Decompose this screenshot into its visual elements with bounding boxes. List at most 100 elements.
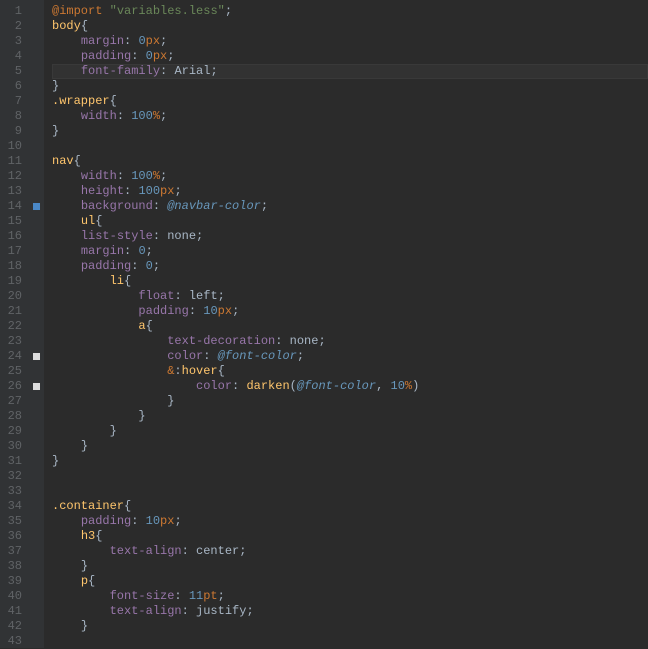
line-marker bbox=[32, 124, 44, 139]
code-line[interactable]: text-align: center; bbox=[52, 544, 648, 559]
code-line[interactable]: h3{ bbox=[52, 529, 648, 544]
line-marker bbox=[32, 334, 44, 349]
line-number: 41 bbox=[4, 604, 22, 619]
line-number: 16 bbox=[4, 229, 22, 244]
code-line[interactable]: width: 100%; bbox=[52, 109, 648, 124]
line-marker bbox=[32, 79, 44, 94]
line-marker bbox=[32, 394, 44, 409]
line-marker bbox=[32, 514, 44, 529]
line-number: 7 bbox=[4, 94, 22, 109]
line-number: 4 bbox=[4, 49, 22, 64]
code-line[interactable]: text-decoration: none; bbox=[52, 334, 648, 349]
line-number: 25 bbox=[4, 364, 22, 379]
code-line[interactable]: @import "variables.less"; bbox=[52, 4, 648, 19]
code-line[interactable]: padding: 0; bbox=[52, 259, 648, 274]
line-number: 27 bbox=[4, 394, 22, 409]
line-marker bbox=[32, 154, 44, 169]
code-line[interactable]: } bbox=[52, 559, 648, 574]
code-line[interactable]: } bbox=[52, 409, 648, 424]
line-marker bbox=[32, 34, 44, 49]
code-line[interactable]: p{ bbox=[52, 574, 648, 589]
code-line[interactable]: body{ bbox=[52, 19, 648, 34]
line-marker bbox=[32, 4, 44, 19]
code-line[interactable] bbox=[52, 634, 648, 649]
code-line[interactable]: } bbox=[52, 394, 648, 409]
line-marker bbox=[32, 559, 44, 574]
code-line[interactable]: } bbox=[52, 619, 648, 634]
line-marker bbox=[32, 64, 44, 79]
line-number: 38 bbox=[4, 559, 22, 574]
code-line[interactable]: text-align: justify; bbox=[52, 604, 648, 619]
marker-gutter bbox=[32, 0, 44, 648]
line-number-gutter: 1234567891011121314151617181920212223242… bbox=[0, 0, 32, 648]
code-line[interactable]: margin: 0px; bbox=[52, 34, 648, 49]
line-marker bbox=[32, 634, 44, 649]
line-number: 22 bbox=[4, 319, 22, 334]
code-editor[interactable]: 1234567891011121314151617181920212223242… bbox=[0, 0, 648, 648]
line-number: 40 bbox=[4, 589, 22, 604]
code-line[interactable]: list-style: none; bbox=[52, 229, 648, 244]
code-line[interactable]: li{ bbox=[52, 274, 648, 289]
code-line[interactable]: padding: 0px; bbox=[52, 49, 648, 64]
line-number: 28 bbox=[4, 409, 22, 424]
code-line[interactable]: a{ bbox=[52, 319, 648, 334]
line-number: 36 bbox=[4, 529, 22, 544]
line-number: 18 bbox=[4, 259, 22, 274]
line-marker bbox=[32, 364, 44, 379]
line-marker bbox=[32, 184, 44, 199]
code-line[interactable]: } bbox=[52, 439, 648, 454]
code-line[interactable] bbox=[52, 139, 648, 154]
line-number: 8 bbox=[4, 109, 22, 124]
code-line[interactable]: } bbox=[52, 454, 648, 469]
line-marker bbox=[32, 409, 44, 424]
code-line[interactable]: background: @navbar-color; bbox=[52, 199, 648, 214]
line-number: 35 bbox=[4, 514, 22, 529]
code-line[interactable]: width: 100%; bbox=[52, 169, 648, 184]
line-number: 10 bbox=[4, 139, 22, 154]
line-number: 5 bbox=[4, 64, 22, 79]
code-line[interactable]: .container{ bbox=[52, 499, 648, 514]
code-line[interactable]: } bbox=[52, 424, 648, 439]
code-line[interactable]: color: @font-color; bbox=[52, 349, 648, 364]
line-marker bbox=[32, 229, 44, 244]
code-line[interactable]: font-family: Arial; bbox=[52, 64, 648, 79]
code-line[interactable]: color: darken(@font-color, 10%) bbox=[52, 379, 648, 394]
line-marker bbox=[32, 424, 44, 439]
code-line[interactable] bbox=[52, 469, 648, 484]
code-line[interactable]: .wrapper{ bbox=[52, 94, 648, 109]
line-number: 37 bbox=[4, 544, 22, 559]
line-marker bbox=[32, 379, 44, 394]
line-number: 24 bbox=[4, 349, 22, 364]
line-number: 23 bbox=[4, 334, 22, 349]
line-marker bbox=[32, 604, 44, 619]
line-marker bbox=[32, 139, 44, 154]
line-marker bbox=[32, 214, 44, 229]
line-marker bbox=[32, 259, 44, 274]
line-number: 11 bbox=[4, 154, 22, 169]
code-line[interactable]: ul{ bbox=[52, 214, 648, 229]
line-marker bbox=[32, 469, 44, 484]
code-line[interactable] bbox=[52, 484, 648, 499]
code-line[interactable]: float: left; bbox=[52, 289, 648, 304]
code-line[interactable]: padding: 10px; bbox=[52, 514, 648, 529]
line-number: 34 bbox=[4, 499, 22, 514]
line-marker bbox=[32, 94, 44, 109]
line-marker bbox=[32, 499, 44, 514]
code-line[interactable]: padding: 10px; bbox=[52, 304, 648, 319]
code-line[interactable]: } bbox=[52, 79, 648, 94]
code-line[interactable]: font-size: 11pt; bbox=[52, 589, 648, 604]
line-number: 42 bbox=[4, 619, 22, 634]
code-line[interactable]: nav{ bbox=[52, 154, 648, 169]
line-number: 12 bbox=[4, 169, 22, 184]
line-marker bbox=[32, 589, 44, 604]
code-line[interactable]: } bbox=[52, 124, 648, 139]
code-line[interactable]: height: 100px; bbox=[52, 184, 648, 199]
code-area[interactable]: @import "variables.less";body{ margin: 0… bbox=[44, 0, 648, 648]
code-line[interactable]: margin: 0; bbox=[52, 244, 648, 259]
line-number: 32 bbox=[4, 469, 22, 484]
code-line[interactable]: &:hover{ bbox=[52, 364, 648, 379]
line-number: 3 bbox=[4, 34, 22, 49]
line-number: 9 bbox=[4, 124, 22, 139]
line-number: 21 bbox=[4, 304, 22, 319]
line-marker bbox=[32, 19, 44, 34]
